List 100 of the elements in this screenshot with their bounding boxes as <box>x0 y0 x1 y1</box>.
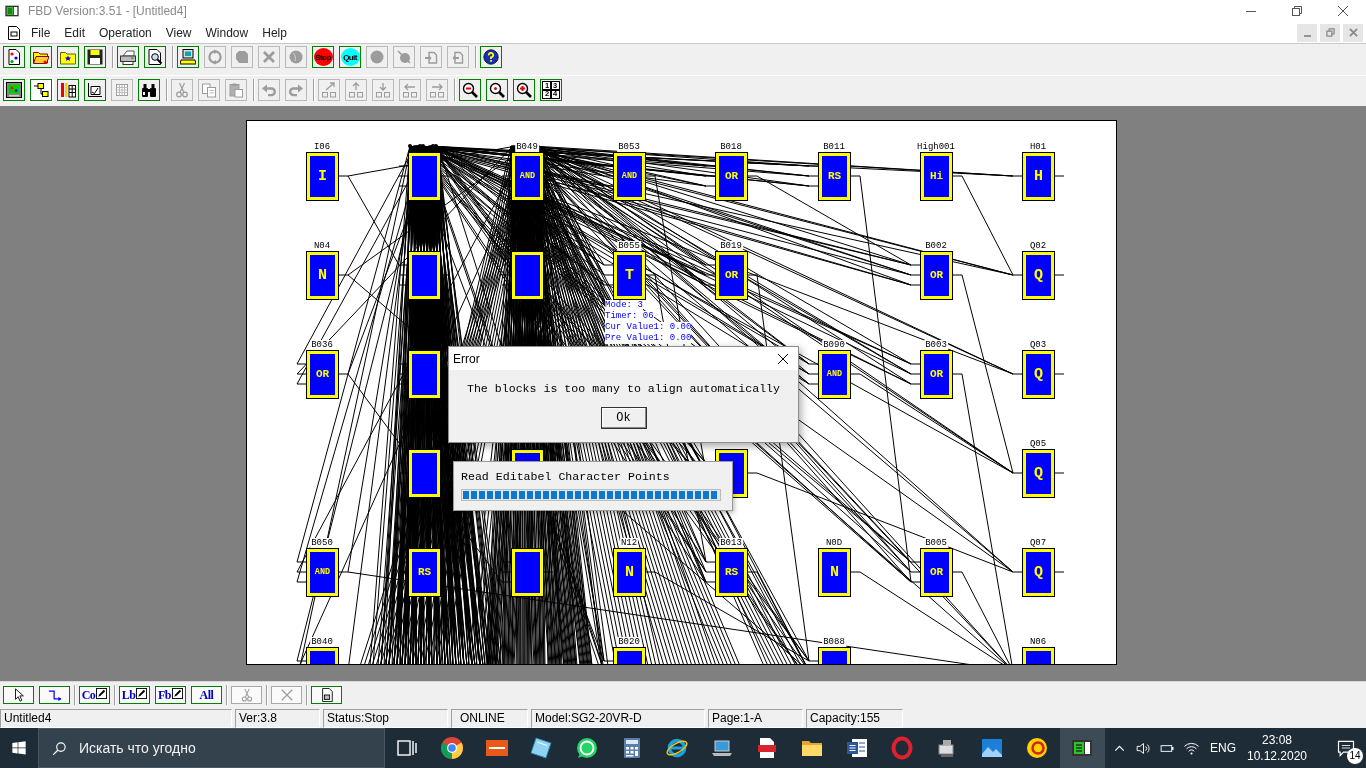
tablet-icon <box>530 736 555 760</box>
arrow-boxes-icon <box>321 82 337 98</box>
close-icon <box>1338 6 1348 16</box>
folder-icon <box>33 49 49 65</box>
circuit-window-icon <box>3 3 21 19</box>
ladder-diagram-icon <box>33 82 49 98</box>
search-icon <box>51 740 68 757</box>
status-cell: Capacity:155 <box>806 709 903 728</box>
zoom-out-icon <box>462 82 478 98</box>
octagon-icon <box>234 49 250 65</box>
cross-icon <box>261 49 277 65</box>
close-icon <box>1348 28 1358 37</box>
status-cell: Untitled4 <box>0 709 232 728</box>
minimize-icon <box>1303 34 1311 37</box>
ring-disc-icon <box>1025 736 1050 760</box>
palette-button[interactable]: Co <box>79 686 110 704</box>
palette-button[interactable]: Lb <box>119 686 150 704</box>
toolbar-button[interactable] <box>486 79 508 101</box>
pencil-icon <box>96 688 108 699</box>
toolbar-button[interactable] <box>3 46 25 68</box>
curved-arrow-icon <box>288 82 304 98</box>
windows-logo-icon <box>11 740 27 756</box>
zoom-in-icon <box>516 82 532 98</box>
circle-icon <box>369 49 385 65</box>
toolbar-button[interactable] <box>57 79 79 101</box>
menu-item[interactable]: Edit <box>57 23 93 42</box>
palette-button[interactable]: Fb <box>155 686 186 704</box>
palette-button[interactable]: All <box>191 686 222 704</box>
document-icon[interactable] <box>8 25 20 40</box>
arrow-boxes-icon <box>402 82 418 98</box>
cross-icon <box>279 688 294 702</box>
clock-button[interactable]: 23:08 10.12.2020 <box>1242 728 1312 768</box>
palette-button[interactable] <box>311 686 342 704</box>
window-title: FBD Version:3.51 - [Untitled4] <box>28 4 187 18</box>
two-pages-icon <box>201 82 217 98</box>
toolbar-button[interactable] <box>144 46 166 68</box>
menu-item[interactable]: File <box>24 23 58 42</box>
language-indicator[interactable]: ENG <box>1204 728 1242 768</box>
pencil-icon <box>172 688 183 699</box>
arrow-boxes-icon <box>375 82 391 98</box>
monitor-icon <box>6 82 22 98</box>
toolbar-button[interactable] <box>3 79 25 101</box>
notification-count: 14 <box>1347 748 1363 764</box>
magnifier-icon <box>489 82 505 98</box>
status-cell: Status:Stop <box>323 709 448 728</box>
chat-bubble-icon <box>575 736 600 760</box>
printer-icon <box>120 49 136 65</box>
orbit-ring-icon <box>665 736 690 760</box>
document-dots-icon <box>6 49 22 65</box>
binoculars-icon <box>141 82 157 98</box>
crossed-circle-icon <box>396 49 412 65</box>
restore-icon <box>1325 28 1335 37</box>
restore-icon <box>1292 6 1302 16</box>
toolbar-button[interactable] <box>513 79 535 101</box>
menu-item[interactable]: Help <box>255 23 294 42</box>
search-field[interactable]: Искать что угодно <box>38 728 385 768</box>
folder-star-icon <box>60 49 76 65</box>
status-cell: ONLINE <box>451 709 528 728</box>
sphere-icon <box>288 49 304 65</box>
scissors-icon <box>239 688 254 702</box>
menu-item[interactable]: View <box>158 23 199 42</box>
circular-arrows-icon <box>207 49 223 65</box>
toolbar-button[interactable] <box>177 46 199 68</box>
arrow-boxes-icon <box>348 82 364 98</box>
page-icon <box>319 688 334 702</box>
toolbar-button[interactable] <box>138 79 160 101</box>
toolbar-button[interactable] <box>84 46 106 68</box>
minimize-icon <box>1246 10 1256 12</box>
menu-item[interactable]: Window <box>198 23 256 42</box>
toolbar-button[interactable] <box>480 46 502 68</box>
picture-icon <box>980 736 1005 760</box>
computer-icon <box>180 49 196 65</box>
arrow-boxes-icon <box>429 82 445 98</box>
pencil-icon <box>136 688 148 699</box>
ring-icon <box>890 736 915 760</box>
toolbar-button[interactable]: Stop <box>312 46 334 68</box>
step-line-icon <box>47 688 62 702</box>
chart-page-icon <box>87 82 103 98</box>
page-stack-icon <box>845 736 870 760</box>
curved-arrow-icon <box>261 82 277 98</box>
toolbar-button[interactable] <box>30 79 52 101</box>
toolbar-button[interactable]: Quit <box>339 46 361 68</box>
status-cell: Model:SG2-20VR-D <box>531 709 705 728</box>
toolbar-button[interactable] <box>30 46 52 68</box>
palette-button[interactable] <box>39 686 70 704</box>
bars-grid-icon <box>60 82 76 98</box>
page-arrow-icon <box>450 49 466 65</box>
circle-logo-icon <box>440 736 465 760</box>
clipboard-icon <box>228 82 244 98</box>
toolbar-button[interactable] <box>459 79 481 101</box>
palette-button[interactable] <box>3 686 34 704</box>
taskbar-button[interactable] <box>1060 728 1105 768</box>
question-mark-icon <box>483 49 499 65</box>
menu-item[interactable]: Operation <box>92 23 159 42</box>
toolbar-button[interactable] <box>84 79 106 101</box>
status-cell: Ver:3.8 <box>235 709 320 728</box>
toolbar-button[interactable] <box>117 46 139 68</box>
grid-icon <box>114 82 130 98</box>
scissors-icon <box>174 82 190 98</box>
page-magnifier-icon <box>147 49 163 65</box>
